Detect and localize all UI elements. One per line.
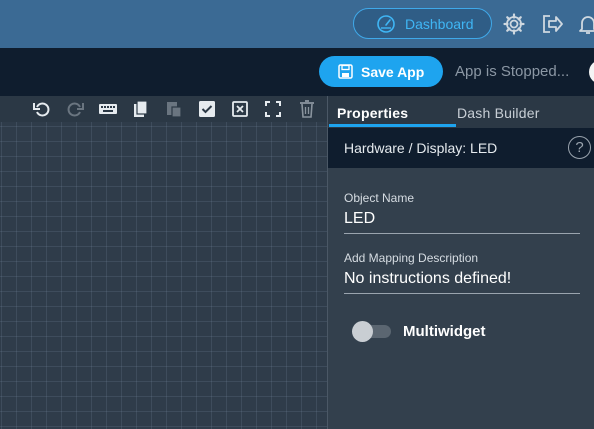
logout-icon[interactable] <box>540 12 564 36</box>
tab-dash-builder[interactable]: Dash Builder <box>457 105 540 121</box>
save-app-label: Save App <box>361 63 425 80</box>
mapping-description-label: Add Mapping Description <box>344 251 479 265</box>
active-tab-indicator <box>329 124 456 127</box>
canvas-toolbar <box>0 96 327 122</box>
save-icon <box>338 64 353 79</box>
panel-header: Hardware / Display: LED ? <box>328 128 594 168</box>
fullscreen-icon[interactable] <box>263 99 283 119</box>
keyboard-icon[interactable] <box>98 99 118 119</box>
dashboard-button[interactable]: Dashboard <box>353 8 492 39</box>
toggle-knob <box>352 321 373 342</box>
undo-icon[interactable] <box>32 99 52 119</box>
properties-panel: Properties Dash Builder Hardware / Displ… <box>327 96 594 429</box>
multiwidget-label: Multiwidget <box>403 323 486 340</box>
gear-icon[interactable] <box>502 12 526 36</box>
app-run-toggle[interactable] <box>589 60 594 84</box>
dashboard-icon <box>376 14 396 34</box>
app-status-text: App is Stopped... <box>455 63 570 80</box>
mapping-description-input[interactable]: No instructions defined! <box>344 266 580 294</box>
multiwidget-toggle[interactable] <box>352 321 391 342</box>
close-box-icon[interactable] <box>230 99 250 119</box>
paste-icon[interactable] <box>164 99 184 119</box>
redo-icon[interactable] <box>65 99 85 119</box>
save-app-button[interactable]: Save App <box>319 56 443 87</box>
top-navbar: Dashboard <box>0 0 594 48</box>
object-name-label: Object Name <box>344 191 415 205</box>
design-canvas[interactable] <box>0 96 327 429</box>
dashboard-button-label: Dashboard <box>405 15 474 32</box>
check-icon[interactable] <box>197 99 217 119</box>
object-name-input[interactable]: LED <box>344 206 580 234</box>
help-icon[interactable]: ? <box>568 136 591 159</box>
panel-tabs: Properties Dash Builder <box>328 96 594 128</box>
trash-icon[interactable] <box>297 99 317 119</box>
app-bar: Save App App is Stopped... <box>0 48 594 96</box>
selected-object-type: Hardware / Display: LED <box>344 140 498 156</box>
copy-icon[interactable] <box>131 99 151 119</box>
tab-properties[interactable]: Properties <box>337 105 408 121</box>
bell-icon[interactable] <box>576 12 594 36</box>
